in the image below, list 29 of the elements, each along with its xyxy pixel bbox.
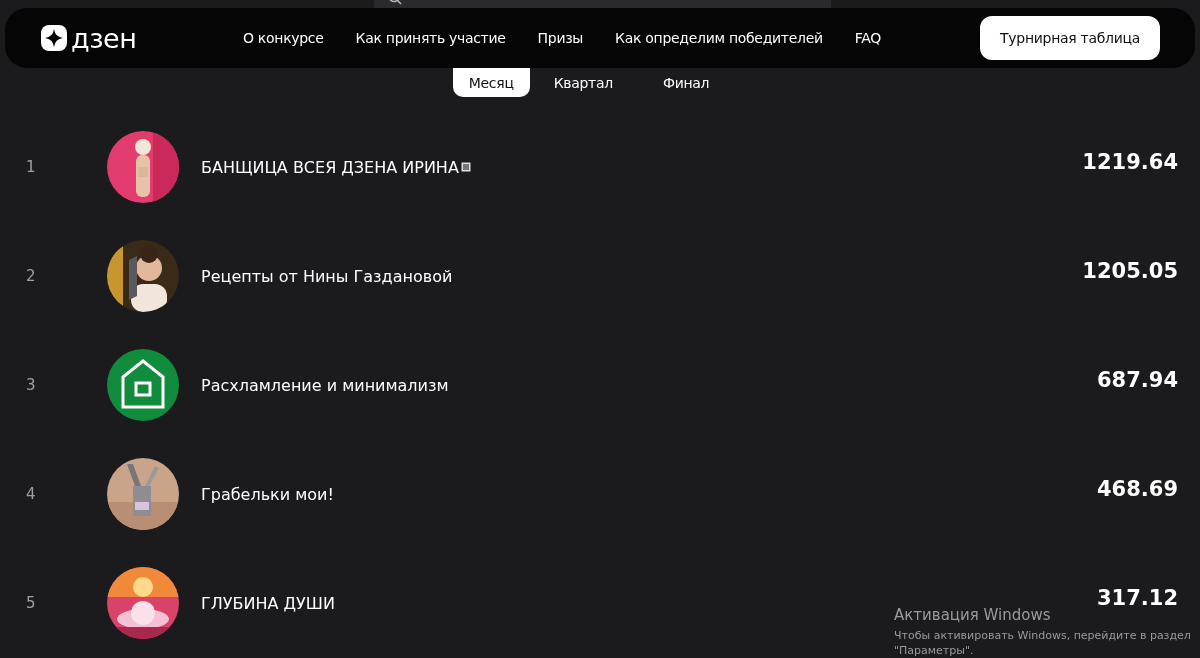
logo-icon bbox=[41, 25, 67, 51]
score-value: 317.12 bbox=[1096, 586, 1178, 610]
score-value: 1205.05 bbox=[1082, 259, 1178, 283]
period-tab[interactable]: Квартал bbox=[537, 68, 629, 97]
rank-number: 4 bbox=[26, 485, 37, 503]
channel-name[interactable]: Расхламление и минимализм bbox=[201, 375, 449, 395]
score-value: 468.69 bbox=[1096, 477, 1178, 501]
score-value: 1219.64 bbox=[1082, 150, 1178, 174]
channel-name[interactable]: ГЛУБИНА ДУШИ bbox=[201, 593, 335, 613]
rank-number: 2 bbox=[26, 267, 37, 285]
nav-link[interactable]: О конкурсе bbox=[243, 30, 324, 46]
channel-name[interactable]: Грабельки мои! bbox=[201, 484, 334, 504]
rank-number: 3 bbox=[26, 376, 37, 394]
activation-title: Активация Windows bbox=[894, 606, 1052, 624]
channel-name[interactable]: Рецепты от Нины Газдановой bbox=[201, 266, 453, 286]
activation-text: Чтобы активировать Windows, перейдите в раздел "Параметры". bbox=[894, 628, 1192, 658]
nav-link[interactable]: Как определим победителей bbox=[615, 30, 823, 46]
channel-name[interactable]: БАНЩИЦА ВСЕЯ ДЗЕНА ИРИНА bbox=[201, 157, 459, 177]
nav-link[interactable]: FAQ bbox=[854, 30, 881, 46]
period-tab[interactable]: Финал bbox=[646, 68, 726, 97]
period-tab[interactable]: Месяц bbox=[452, 68, 530, 97]
missing-glyph-icon bbox=[460, 162, 471, 172]
rank-number: 1 bbox=[26, 158, 37, 176]
logo-text[interactable]: дзен bbox=[71, 22, 137, 54]
score-value: 687.94 bbox=[1096, 368, 1178, 392]
nav-link[interactable]: Призы bbox=[537, 30, 584, 46]
nav-link[interactable]: Как принять участие bbox=[355, 30, 506, 46]
rank-number: 5 bbox=[26, 594, 37, 612]
leaderboard-button[interactable]: Турнирная таблица bbox=[980, 16, 1160, 60]
